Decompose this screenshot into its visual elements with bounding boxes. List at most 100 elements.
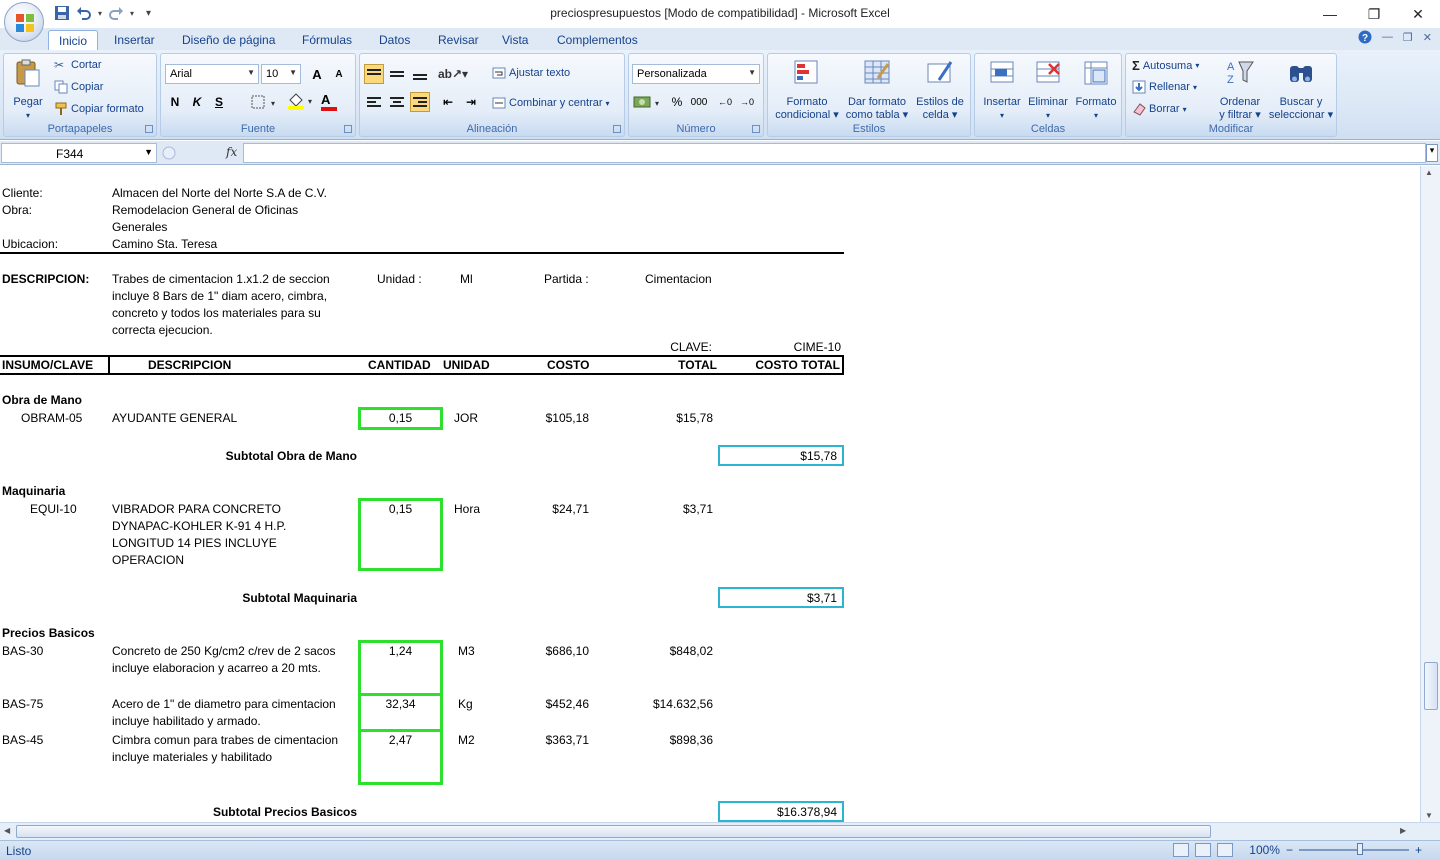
- grow-font-button[interactable]: A: [307, 64, 327, 84]
- worksheet[interactable]: Cliente: Almacen del Norte del Norte S.A…: [0, 166, 1420, 822]
- conditional-format-icon: [794, 60, 818, 84]
- numero-launcher-icon[interactable]: [752, 125, 760, 133]
- alineacion-launcher-icon[interactable]: [613, 125, 621, 133]
- align-center-icon[interactable]: [387, 92, 407, 112]
- tab-vista[interactable]: Vista: [494, 30, 536, 50]
- find-select-button[interactable]: Buscar y seleccionar ▾: [1266, 58, 1336, 122]
- zoom-slider[interactable]: [1298, 843, 1409, 855]
- align-top-icon[interactable]: [364, 64, 384, 84]
- customize-qat-icon[interactable]: ▾: [146, 8, 151, 19]
- ribbon-restore-icon[interactable]: ❐: [1403, 31, 1413, 44]
- bold-button[interactable]: N: [165, 92, 185, 112]
- borders-icon[interactable]: ▾: [251, 95, 277, 109]
- chevron-down-icon: ▼: [748, 68, 756, 77]
- scroll-left-icon[interactable]: ◀: [4, 826, 10, 835]
- cut-button[interactable]: ✂ Cortar: [54, 58, 102, 72]
- align-right-icon[interactable]: [410, 92, 430, 112]
- format-painter-button[interactable]: Copiar formato: [54, 102, 144, 116]
- column-header: DESCRIPCION: [148, 358, 232, 372]
- align-left-icon[interactable]: [364, 92, 384, 112]
- fill-color-icon[interactable]: ▾: [287, 92, 315, 110]
- italic-button[interactable]: K: [187, 92, 207, 112]
- increase-decimal-icon[interactable]: ←0: [715, 92, 735, 112]
- shrink-font-button[interactable]: A: [329, 64, 349, 84]
- paste-button[interactable]: Pegar ▾: [8, 58, 48, 122]
- minimize-button[interactable]: —: [1308, 0, 1352, 28]
- decrease-indent-icon[interactable]: ⇤: [438, 92, 458, 112]
- help-icon[interactable]: ?: [1358, 30, 1372, 44]
- redo-dropdown-icon[interactable]: ▾: [130, 9, 134, 18]
- horizontal-scroll-thumb[interactable]: [16, 825, 1211, 838]
- delete-cells-button[interactable]: Eliminar ▾: [1025, 58, 1071, 122]
- scroll-right-icon[interactable]: ▶: [1400, 826, 1406, 835]
- tab-complementos[interactable]: Complementos: [549, 30, 646, 50]
- ribbon-close-icon[interactable]: ✕: [1423, 31, 1432, 44]
- currency-icon[interactable]: ▾: [633, 94, 663, 110]
- scroll-down-icon[interactable]: ▼: [1425, 811, 1433, 820]
- formula-bar-divider-icon[interactable]: [162, 146, 176, 160]
- merge-center-button[interactable]: Combinar y centrar ▾: [492, 96, 610, 110]
- name-box[interactable]: F344 ▼: [1, 143, 157, 163]
- zoom-in-button[interactable]: +: [1415, 843, 1422, 857]
- formula-input[interactable]: [243, 143, 1426, 163]
- insert-cells-button[interactable]: Insertar ▾: [979, 58, 1025, 122]
- insert-function-button[interactable]: fx: [226, 145, 237, 159]
- align-middle-icon[interactable]: [387, 64, 407, 84]
- clear-button[interactable]: Borrar ▾: [1132, 102, 1187, 116]
- tab-inicio[interactable]: Inicio: [48, 30, 98, 50]
- format-as-table-button[interactable]: Dar formato como tabla ▾: [844, 58, 910, 122]
- expand-formula-bar-icon[interactable]: ▾: [1426, 144, 1438, 162]
- scroll-up-icon[interactable]: ▲: [1425, 168, 1433, 177]
- ribbon-minimize-icon[interactable]: —: [1382, 31, 1393, 43]
- font-name-select[interactable]: Arial ▼: [165, 64, 259, 84]
- tab-datos[interactable]: Datos: [371, 30, 418, 50]
- conditional-format-button[interactable]: Formato condicional ▾: [772, 58, 842, 122]
- format-cells-button[interactable]: Formato ▾: [1071, 58, 1121, 122]
- thousands-button[interactable]: 000: [689, 92, 709, 112]
- zoom-slider-knob[interactable]: [1356, 843, 1363, 855]
- find-select-label-2: seleccionar: [1268, 109, 1325, 121]
- orientation-icon[interactable]: ab↗▾: [438, 64, 468, 84]
- font-size-select[interactable]: 10 ▼: [261, 64, 301, 84]
- percent-button[interactable]: %: [667, 92, 687, 112]
- ubicacion-value: Camino Sta. Teresa: [112, 237, 218, 251]
- align-bottom-icon[interactable]: [410, 64, 430, 84]
- vertical-scrollbar[interactable]: ▲ ▼: [1420, 166, 1440, 822]
- underline-button[interactable]: S: [209, 92, 229, 112]
- number-format-select[interactable]: Personalizada ▼: [632, 64, 760, 84]
- normal-view-icon[interactable]: [1173, 843, 1190, 857]
- undo-dropdown-icon[interactable]: ▾: [98, 9, 102, 18]
- tab-diseno-pagina[interactable]: Diseño de página: [174, 30, 283, 50]
- restore-button[interactable]: ❐: [1352, 0, 1396, 28]
- copy-button[interactable]: Copiar: [54, 80, 103, 94]
- vertical-scroll-thumb[interactable]: [1424, 662, 1438, 710]
- cell-styles-button[interactable]: Estilos de celda ▾: [910, 58, 970, 122]
- page-layout-view-icon[interactable]: [1195, 843, 1212, 857]
- wrap-text-button[interactable]: Ajustar texto: [492, 66, 570, 80]
- autosum-button[interactable]: Σ Autosuma ▾: [1132, 58, 1199, 73]
- undo-icon[interactable]: [76, 5, 92, 21]
- format-as-table-icon: [864, 60, 890, 84]
- fill-button[interactable]: Rellenar ▾: [1132, 80, 1197, 94]
- fill-down-icon: [1132, 80, 1146, 94]
- zoom-out-button[interactable]: −: [1286, 843, 1293, 857]
- tab-insertar[interactable]: Insertar: [106, 30, 163, 50]
- increase-indent-icon[interactable]: ⇥: [461, 92, 481, 112]
- font-color-button[interactable]: A: [321, 92, 337, 111]
- sort-filter-button[interactable]: AZ Ordenar y filtrar ▾: [1214, 58, 1266, 122]
- close-button[interactable]: ✕: [1396, 0, 1440, 28]
- portapapeles-launcher-icon[interactable]: [145, 125, 153, 133]
- office-button[interactable]: [4, 2, 44, 42]
- fuente-launcher-icon[interactable]: [344, 125, 352, 133]
- zoom-level[interactable]: 100%: [1249, 843, 1280, 857]
- page-break-view-icon[interactable]: [1217, 843, 1234, 857]
- save-icon[interactable]: [54, 5, 70, 21]
- horizontal-scrollbar[interactable]: ◀ ▶: [0, 822, 1440, 840]
- paste-dropdown-icon[interactable]: ▾: [8, 109, 48, 122]
- title-bar: preciospresupuestos [Modo de compatibili…: [0, 0, 1440, 28]
- tab-formulas[interactable]: Fórmulas: [294, 30, 360, 50]
- cell-styles-label-2: celda: [922, 109, 949, 121]
- decrease-decimal-icon[interactable]: →0: [737, 92, 757, 112]
- tab-revisar[interactable]: Revisar: [430, 30, 487, 50]
- redo-icon[interactable]: [108, 5, 124, 21]
